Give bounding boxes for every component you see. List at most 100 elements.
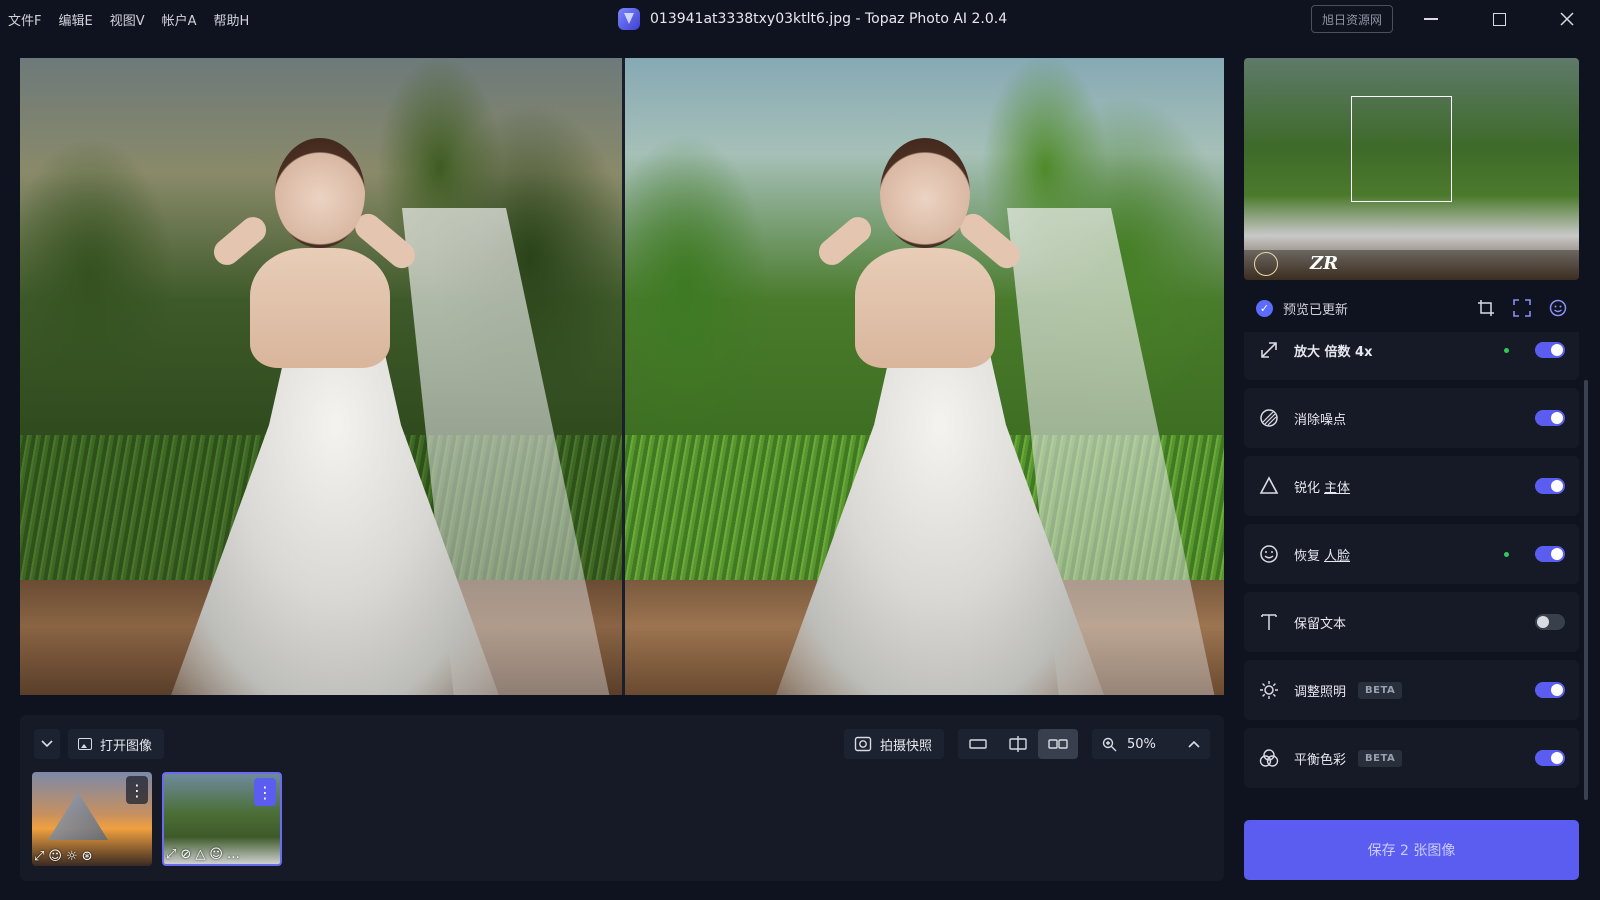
denoise-icon (1258, 407, 1280, 429)
split-view-icon (1009, 736, 1027, 752)
crop-icon[interactable] (1477, 299, 1495, 317)
maximize-icon (1492, 12, 1506, 26)
navigator-thumbnail[interactable]: ZR (1244, 58, 1579, 280)
thumb-filter-icons: ⤢ ⊘ △ ☺ … (166, 847, 240, 862)
view-mode-group (958, 729, 1078, 759)
option-denoise-toggle[interactable] (1535, 410, 1565, 426)
option-recover-face-toggle[interactable] (1535, 546, 1565, 562)
more-icon: … (226, 847, 240, 862)
title-bar: 文件F 编辑E 视图V 帐户A 帮助H 013941at3338txy03ktl… (0, 0, 1600, 38)
option-recover-face-link[interactable]: 人脸 (1324, 545, 1350, 564)
single-view-icon (969, 739, 987, 749)
option-balance-color-toggle[interactable] (1535, 750, 1565, 766)
text-icon (1258, 611, 1280, 633)
status-dot (1504, 551, 1509, 557)
menu-view[interactable]: 视图V (110, 10, 145, 29)
snapshot-button[interactable]: 拍摄快照 (844, 729, 945, 759)
topaz-logo-icon (618, 8, 640, 30)
face-icon (1258, 543, 1280, 565)
brand-mark: ZR (1310, 253, 1339, 274)
save-images-button[interactable]: 保存 2 张图像 (1244, 820, 1579, 880)
collapse-filmstrip-button[interactable] (34, 729, 60, 759)
camera-snapshot-icon (854, 736, 872, 752)
beta-badge: BETA (1358, 681, 1403, 699)
chevron-up-icon (1188, 740, 1200, 748)
preview-image-pane[interactable] (625, 58, 1224, 695)
chevron-down-icon (41, 740, 53, 748)
face-detect-icon[interactable] (1549, 299, 1567, 317)
color-icon (1258, 747, 1280, 769)
denoise-icon: ⊘ (180, 847, 192, 862)
menu-help[interactable]: 帮助H (214, 10, 250, 29)
side-by-side-icon (1048, 739, 1068, 749)
lighting-icon: ☼ (65, 849, 78, 864)
option-upscale-label: 放大 倍数 4x (1294, 344, 1373, 360)
option-recover-face[interactable]: 恢复 人脸 (1244, 524, 1579, 584)
option-preserve-text[interactable]: 保留文本 (1244, 592, 1579, 652)
menu-file[interactable]: 文件F (8, 10, 41, 29)
brand-seal-icon (1254, 252, 1278, 276)
view-single-button[interactable] (958, 729, 998, 759)
photo-torso (250, 248, 390, 368)
thumbnail-image-2[interactable]: ⋮ ⤢ ⊘ △ ☺ … (162, 772, 282, 866)
minimize-icon (1424, 18, 1438, 20)
minimize-button[interactable] (1408, 0, 1454, 38)
view-side-by-side-button[interactable] (1038, 729, 1078, 759)
upscale-icon: ⤢ (34, 849, 45, 864)
more-vertical-icon[interactable]: ⋮ (254, 778, 276, 806)
option-sharpen-toggle[interactable] (1535, 478, 1565, 494)
open-image-button[interactable]: 打开图像 (68, 729, 165, 759)
options-scrollbar-thumb[interactable] (1584, 380, 1588, 800)
color-icon: ⊛ (81, 849, 93, 864)
option-denoise[interactable]: 消除噪点 (1244, 388, 1579, 448)
more-vertical-icon[interactable]: ⋮ (126, 776, 148, 804)
thumb-filter-icons: ⤢ ☺ ☼ ⊛ (34, 849, 93, 864)
zoom-control[interactable]: 50% (1092, 729, 1210, 759)
option-balance-color[interactable]: 平衡色彩 BETA (1244, 728, 1579, 788)
navigator-watermark-strip (1244, 250, 1579, 280)
option-recover-face-label: 恢复 (1294, 548, 1321, 564)
check-icon: ✓ (1256, 299, 1273, 317)
preview-head (880, 138, 970, 248)
filters-list: 放大 倍数 4x 消除噪点 锐化 主体 恢复 人脸 保留文本 调整照明 BETA… (1244, 332, 1579, 802)
status-dot (1504, 347, 1509, 353)
window-title: 013941at3338txy03ktlt6.jpg - Topaz Photo… (618, 0, 1007, 38)
zoom-icon (1102, 737, 1117, 751)
navigator-viewport-box[interactable] (1351, 96, 1452, 202)
preview-torso (855, 248, 995, 368)
beta-badge: BETA (1358, 749, 1403, 767)
option-upscale-toggle[interactable] (1535, 342, 1565, 358)
filmstrip-panel: 打开图像 拍摄快照 50% ⋮ ⤢ ☺ ☼ ⊛ ⋮ ⤢ ⊘ △ ☺ … (20, 715, 1224, 881)
zoom-level: 50% (1127, 736, 1156, 752)
snapshot-label: 拍摄快照 (880, 738, 933, 754)
option-preserve-text-label: 保留文本 (1294, 616, 1347, 632)
option-adjust-lighting[interactable]: 调整照明 BETA (1244, 660, 1579, 720)
open-image-label: 打开图像 (100, 738, 153, 754)
sharpen-icon: △ (195, 847, 206, 862)
maximize-button[interactable] (1476, 0, 1522, 38)
option-sharpen-mode-link[interactable]: 主体 (1324, 477, 1350, 496)
option-adjust-lighting-label: 调整照明 (1294, 684, 1347, 700)
upscale-icon (1258, 339, 1280, 361)
option-sharpen[interactable]: 锐化 主体 (1244, 456, 1579, 516)
preview-status-text: 预览已更新 (1283, 302, 1349, 318)
thumb-pyramid (48, 792, 108, 840)
close-button[interactable] (1544, 0, 1590, 38)
thumbnail-image-1[interactable]: ⋮ ⤢ ☺ ☼ ⊛ (32, 772, 152, 866)
photo-head (275, 138, 365, 248)
menu-account[interactable]: 帐户A (162, 10, 197, 29)
watermark-badge: 旭日资源网 (1311, 5, 1393, 33)
menu-edit[interactable]: 编辑E (58, 10, 92, 29)
lighting-icon (1258, 679, 1280, 701)
preview-status-row: ✓ 预览已更新 (1244, 286, 1579, 330)
option-balance-color-label: 平衡色彩 (1294, 752, 1347, 768)
image-icon (78, 738, 92, 750)
original-image-pane[interactable] (20, 58, 623, 695)
option-denoise-label: 消除噪点 (1294, 412, 1347, 428)
option-preserve-text-toggle[interactable] (1535, 614, 1565, 630)
view-split-button[interactable] (998, 729, 1038, 759)
option-upscale[interactable]: 放大 倍数 4x (1244, 332, 1579, 380)
fullscreen-icon[interactable] (1513, 299, 1531, 317)
option-adjust-lighting-toggle[interactable] (1535, 682, 1565, 698)
face-icon: ☺ (48, 849, 62, 864)
